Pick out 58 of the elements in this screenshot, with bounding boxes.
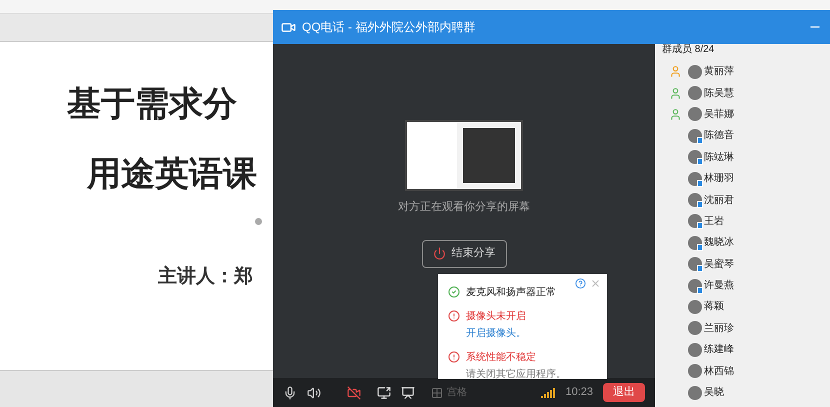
enable-camera-link[interactable]: 开启摄像头。 xyxy=(466,326,526,341)
member-item[interactable]: 练建峰 xyxy=(662,339,830,360)
member-name: 沈丽君 xyxy=(704,194,734,208)
member-name: 陈竑琳 xyxy=(704,150,734,165)
member-name: 吴菲娜 xyxy=(704,108,734,122)
window-title: QQ电话 - 福外外院公外部内聘群 xyxy=(302,19,476,36)
camera-off-icon[interactable] xyxy=(347,386,361,400)
member-count: 群成员 8/24 xyxy=(662,44,716,56)
status-text: 系统性能不稳定 xyxy=(466,350,537,365)
member-item[interactable]: 吴蜜琴 xyxy=(662,254,830,275)
grid-icon xyxy=(431,386,443,398)
member-name: 王岩 xyxy=(704,214,724,229)
member-name: 许曼燕 xyxy=(704,278,734,294)
member-item[interactable]: 陈德音 xyxy=(662,125,830,147)
member-name: 陈德音 xyxy=(704,128,734,144)
member-item[interactable]: 许曼燕 xyxy=(662,274,830,296)
exit-button[interactable]: 退出 xyxy=(603,383,645,402)
signal-icon xyxy=(541,388,556,398)
share-status-text: 对方正在观看你分享的屏幕 xyxy=(398,200,530,215)
slide-title: 基于需求分 xyxy=(67,84,237,125)
status-text: 摄像头未开启 xyxy=(466,310,526,324)
member-item[interactable]: 王岩 xyxy=(662,210,830,232)
help-icon[interactable] xyxy=(575,278,586,289)
member-item[interactable]: 陈竑琳 xyxy=(662,146,830,168)
microphone-icon[interactable] xyxy=(283,386,297,400)
member-item[interactable]: 陈吴慧 xyxy=(662,82,830,104)
status-text: 麦克风和扬声器正常 xyxy=(466,286,556,300)
member-item[interactable]: 魏晓冰 xyxy=(662,232,830,254)
member-item[interactable]: 蒋颖 xyxy=(662,296,830,318)
power-icon xyxy=(432,247,446,260)
member-name: 陈吴慧 xyxy=(704,86,734,101)
member-name: 兰丽珍 xyxy=(704,322,734,336)
member-name: 林西锦 xyxy=(704,364,734,379)
member-name: 吴蜜琴 xyxy=(704,258,734,272)
stop-share-button[interactable]: 结束分享 xyxy=(422,240,506,268)
member-item[interactable]: 吴晓 xyxy=(662,382,830,404)
member-name: 蒋颖 xyxy=(704,300,724,314)
member-item[interactable]: 兰丽珍 xyxy=(662,318,830,340)
member-name: 黄丽萍 xyxy=(704,64,734,80)
warning-icon xyxy=(448,310,460,322)
member-name: 练建峰 xyxy=(704,342,734,358)
member-name: 吴晓 xyxy=(704,386,724,400)
check-icon xyxy=(448,286,460,298)
presentation-icon[interactable] xyxy=(401,386,415,400)
member-item[interactable]: 林西锦 xyxy=(662,360,830,382)
screen-share-icon[interactable] xyxy=(377,386,391,400)
member-item[interactable]: 黄丽萍 xyxy=(662,61,830,82)
call-time: 10:23 xyxy=(565,385,593,400)
presenter-text: 主讲人：郑 xyxy=(158,264,253,289)
warning-icon xyxy=(448,351,460,363)
hint-text: 请关闭其它应用程序。 xyxy=(466,368,566,382)
member-item[interactable]: 林珊羽 xyxy=(662,168,830,190)
slide-title: 用途英语课 xyxy=(87,154,257,195)
member-name: 魏晓冰 xyxy=(704,236,734,250)
speaker-icon[interactable] xyxy=(307,386,321,400)
member-name: 林珊羽 xyxy=(704,172,734,186)
member-item[interactable]: 吴菲娜 xyxy=(662,104,830,126)
member-item[interactable]: 沈丽君 xyxy=(662,189,830,211)
